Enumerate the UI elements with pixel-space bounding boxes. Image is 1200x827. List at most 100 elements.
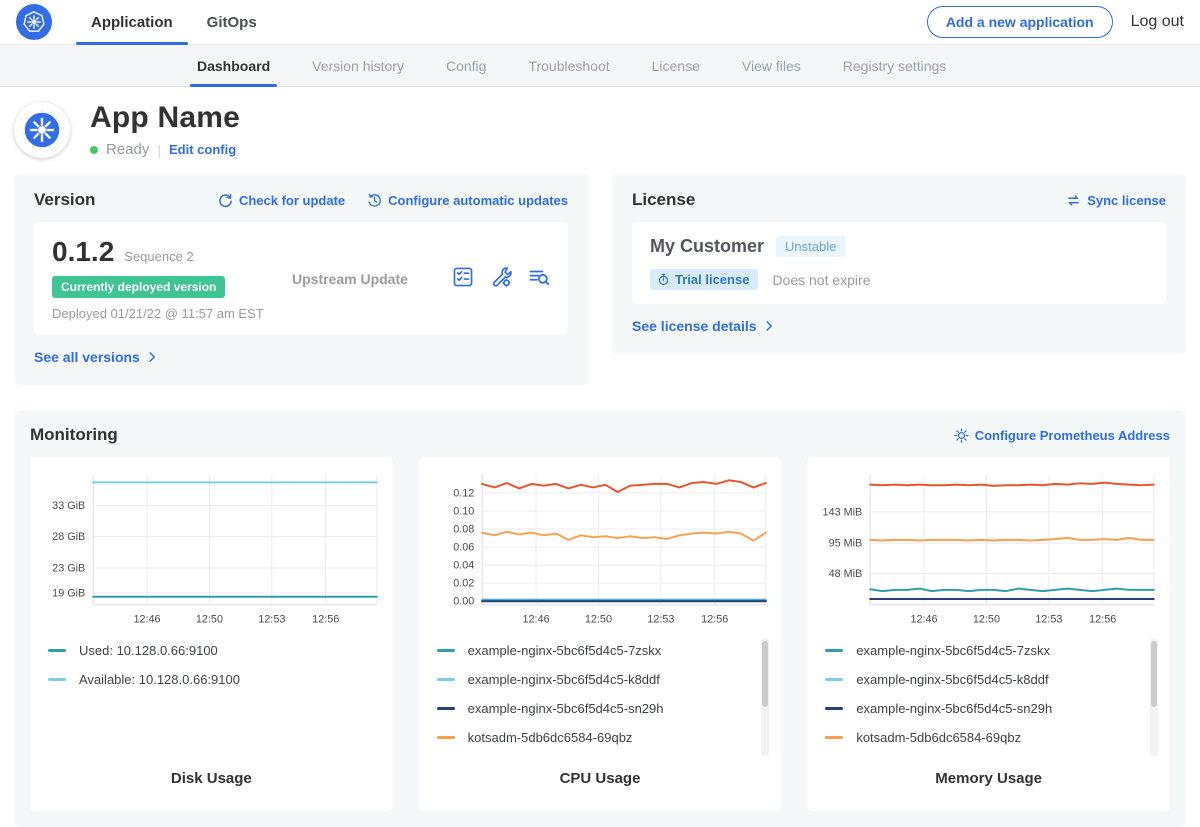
svg-text:12:50: 12:50 xyxy=(585,614,612,626)
svg-text:48 MiB: 48 MiB xyxy=(829,568,863,580)
version-number: 0.1.2 xyxy=(52,236,114,268)
clock-refresh-icon xyxy=(367,193,382,208)
license-type-badge: Trial license xyxy=(650,269,758,290)
tab-dashboard[interactable]: Dashboard xyxy=(176,45,291,86)
legend-color-dash xyxy=(48,678,66,681)
svg-text:12:56: 12:56 xyxy=(312,614,339,626)
svg-text:0.06: 0.06 xyxy=(453,542,474,554)
legend-label: Used: 10.128.0.66:9100 xyxy=(79,643,218,658)
svg-text:12:53: 12:53 xyxy=(258,614,285,626)
view-deploy-logs-button[interactable] xyxy=(528,266,550,291)
svg-text:33 GiB: 33 GiB xyxy=(52,500,85,512)
svg-text:12:50: 12:50 xyxy=(196,614,223,626)
svg-text:12:53: 12:53 xyxy=(1036,614,1063,626)
wrench-gear-icon xyxy=(490,266,512,288)
svg-text:0.04: 0.04 xyxy=(453,560,474,572)
legend-item: Available: 10.128.0.66:9100 xyxy=(48,665,381,694)
version-card-title: Version xyxy=(34,190,95,210)
version-source-label: Upstream Update xyxy=(284,271,452,287)
logs-search-icon xyxy=(528,266,550,288)
configure-prometheus-link[interactable]: Configure Prometheus Address xyxy=(954,428,1170,443)
license-expiry: Does not expire xyxy=(772,272,870,288)
legend-label: example-nginx-5bc6f5d4c5-sn29h xyxy=(856,701,1052,716)
legend-color-dash xyxy=(825,649,843,652)
tab-troubleshoot[interactable]: Troubleshoot xyxy=(507,45,630,86)
legend-scrollbar-thumb[interactable] xyxy=(1151,641,1157,707)
svg-text:0.12: 0.12 xyxy=(453,487,474,499)
chevron-right-icon xyxy=(146,351,158,363)
checklist-icon xyxy=(452,266,474,288)
svg-text:95 MiB: 95 MiB xyxy=(829,538,863,550)
deployed-badge: Currently deployed version xyxy=(52,276,225,298)
tab-license[interactable]: License xyxy=(631,45,721,86)
svg-text:12:53: 12:53 xyxy=(647,614,674,626)
legend-label: example-nginx-5bc6f5d4c5-7zskx xyxy=(468,643,662,658)
legend-item: Used: 10.128.0.66:9100 xyxy=(48,636,381,665)
legend-item: kotsadm-5db6dc6584-69qbz xyxy=(825,723,1158,752)
chart-title: CPU Usage xyxy=(427,770,774,787)
svg-text:28 GiB: 28 GiB xyxy=(52,531,85,543)
cpu-usage-legend: example-nginx-5bc6f5d4c5-7zskx example-ng… xyxy=(437,636,770,764)
channel-badge: Unstable xyxy=(776,236,845,257)
topnav-item-gitops[interactable]: GitOps xyxy=(190,0,274,44)
cpu-usage-chart-card: 0.000.020.040.060.080.100.1212:4612:5012… xyxy=(419,457,782,811)
gear-icon xyxy=(954,428,969,443)
tab-version-history[interactable]: Version history xyxy=(291,45,425,86)
legend-color-dash xyxy=(437,678,455,681)
app-avatar xyxy=(14,102,70,158)
chevron-right-icon xyxy=(763,320,775,332)
add-application-button[interactable]: Add a new application xyxy=(927,6,1113,38)
edit-version-config-button[interactable] xyxy=(490,266,512,291)
legend-label: example-nginx-5bc6f5d4c5-sn29h xyxy=(468,701,664,716)
current-version-card: 0.1.2 Sequence 2 Currently deployed vers… xyxy=(34,222,568,335)
topnav-items: Application GitOps xyxy=(74,0,274,44)
customer-name: My Customer xyxy=(650,236,764,257)
disk-usage-chart-card: 19 GiB23 GiB28 GiB33 GiB12:4612:5012:531… xyxy=(30,457,393,811)
svg-text:0.00: 0.00 xyxy=(453,596,474,608)
kubernetes-app-icon xyxy=(21,109,63,151)
legend-label: kotsadm-5db6dc6584-69qbz xyxy=(468,730,633,745)
edit-config-link[interactable]: Edit config xyxy=(169,142,236,157)
sync-license-link[interactable]: Sync license xyxy=(1066,193,1166,208)
check-for-update-link[interactable]: Check for update xyxy=(218,193,345,208)
svg-text:143 MiB: 143 MiB xyxy=(823,506,863,518)
refresh-icon xyxy=(218,193,233,208)
tab-registry-settings[interactable]: Registry settings xyxy=(822,45,967,86)
configure-auto-updates-link[interactable]: Configure automatic updates xyxy=(367,193,568,208)
legend-item: example-nginx-5bc6f5d4c5-7zskx xyxy=(437,636,770,665)
disk-usage-chart: 19 GiB23 GiB28 GiB33 GiB12:4612:5012:531… xyxy=(38,465,385,630)
legend-scrollbar-track[interactable] xyxy=(761,638,769,756)
kubernetes-logo[interactable] xyxy=(16,4,52,40)
legend-color-dash xyxy=(825,678,843,681)
legend-color-dash xyxy=(825,736,843,739)
license-card: License Sync license My xyxy=(612,174,1186,354)
legend-scrollbar-track[interactable] xyxy=(1150,638,1158,756)
top-navigation: Application GitOps Add a new application… xyxy=(0,0,1200,45)
logout-link[interactable]: Log out xyxy=(1131,13,1184,31)
tab-config[interactable]: Config xyxy=(425,45,507,86)
legend-item: example-nginx-5bc6f5d4c5-k8ddf xyxy=(825,665,1158,694)
legend-scrollbar-thumb[interactable] xyxy=(762,641,768,707)
preflight-checks-button[interactable] xyxy=(452,266,474,291)
svg-text:12:50: 12:50 xyxy=(973,614,1000,626)
topnav-item-application[interactable]: Application xyxy=(74,0,190,44)
legend-color-dash xyxy=(437,649,455,652)
svg-text:12:46: 12:46 xyxy=(911,614,938,626)
status-text: Ready xyxy=(106,141,149,158)
see-license-details-link[interactable]: See license details xyxy=(632,318,775,334)
legend-item: example-nginx-5bc6f5d4c5-k8ddf xyxy=(437,665,770,694)
legend-color-dash xyxy=(48,649,66,652)
svg-text:12:56: 12:56 xyxy=(701,614,728,626)
legend-label: Available: 10.128.0.66:9100 xyxy=(79,672,240,687)
version-card: Version Check for update xyxy=(14,174,588,385)
svg-text:19 GiB: 19 GiB xyxy=(52,587,85,599)
legend-label: example-nginx-5bc6f5d4c5-k8ddf xyxy=(856,672,1048,687)
see-all-versions-link[interactable]: See all versions xyxy=(34,349,158,365)
license-detail-card: My Customer Unstable Tria xyxy=(632,222,1166,304)
version-sequence: Sequence 2 xyxy=(124,249,193,264)
license-card-title: License xyxy=(632,190,695,210)
tab-view-files[interactable]: View files xyxy=(721,45,822,86)
page-title: App Name xyxy=(90,101,240,135)
svg-text:12:56: 12:56 xyxy=(1089,614,1116,626)
legend-item: example-nginx-5bc6f5d4c5-sn29h xyxy=(825,694,1158,723)
